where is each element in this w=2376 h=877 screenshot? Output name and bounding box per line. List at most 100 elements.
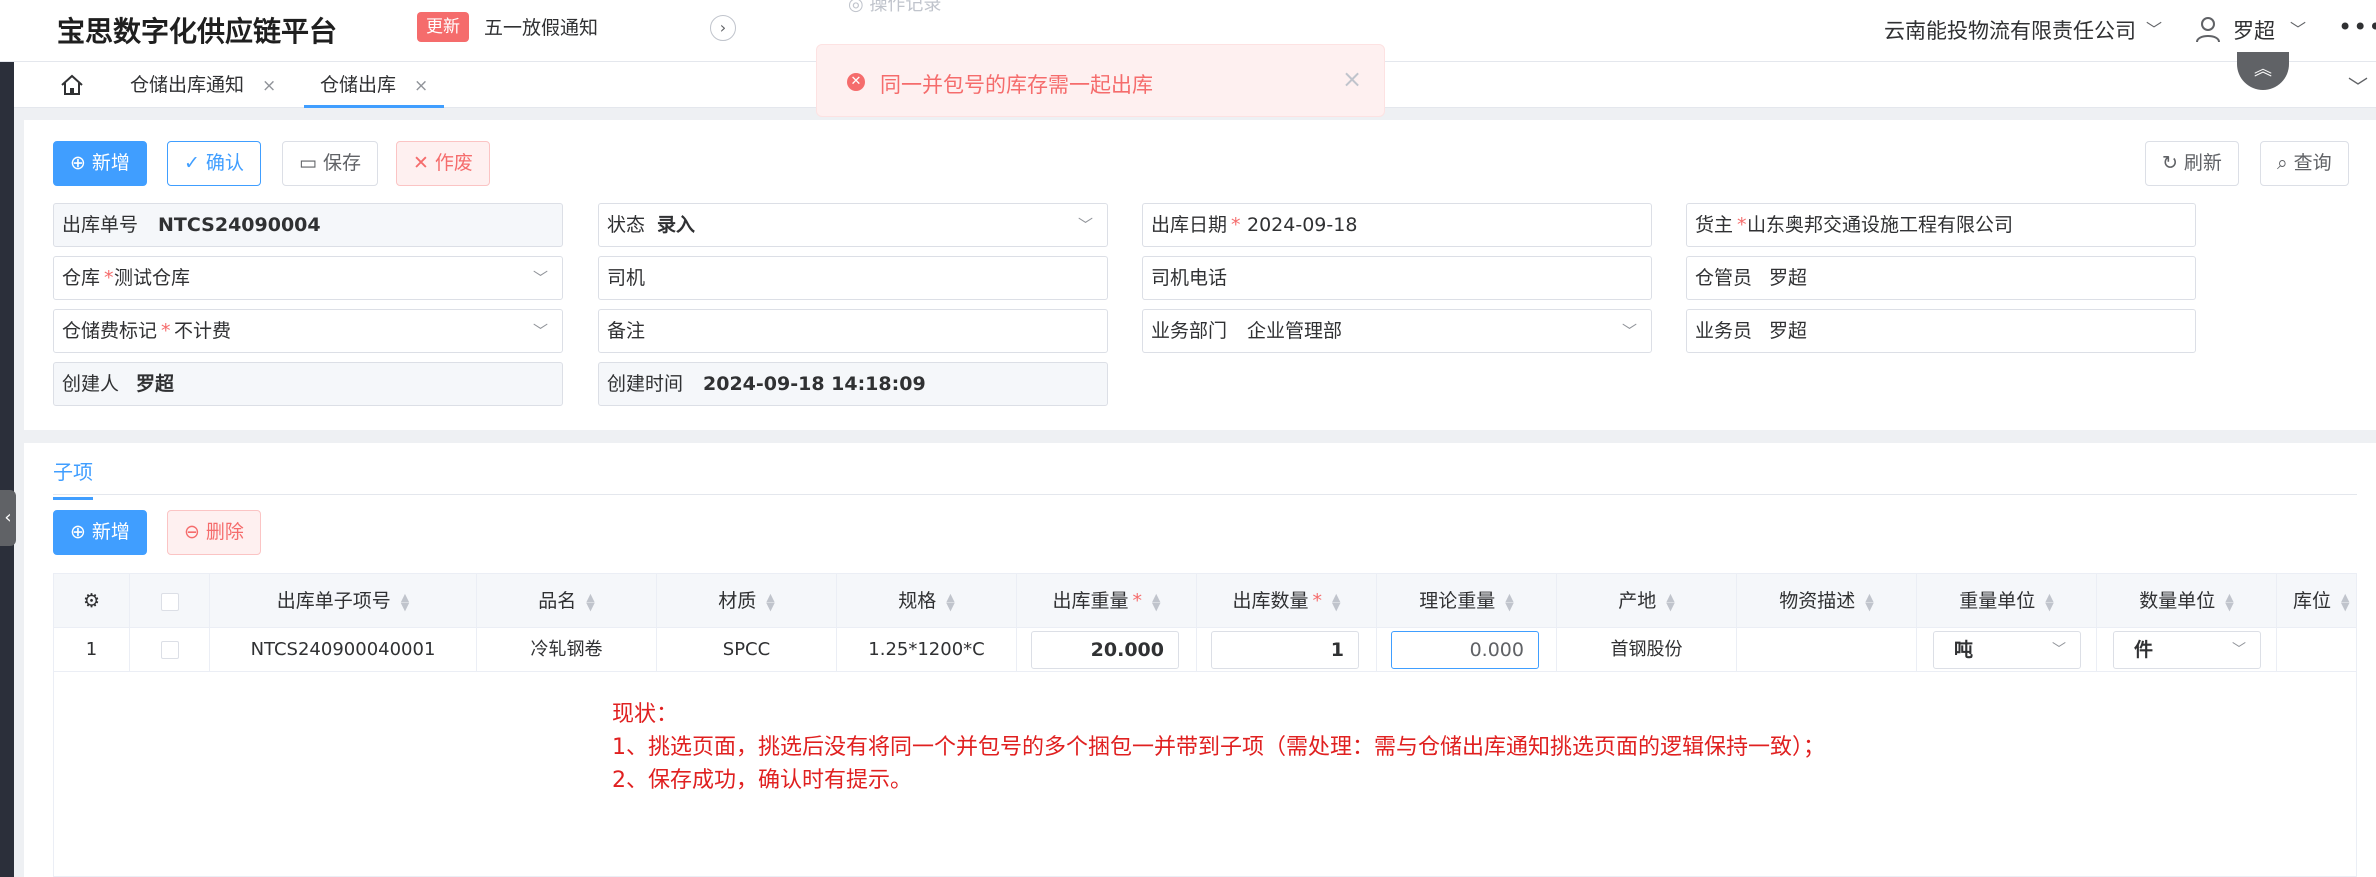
table-row[interactable]: 1 NTCS240900040001 冷轧钢卷 SPCC 1.25*1200*C… bbox=[54, 628, 2356, 672]
annotation-note: 现状： 1、挑选页面，挑选后没有将同一个并包号的多个捆包一并带到子项（需处理：需… bbox=[612, 702, 1826, 793]
tab-outbound[interactable]: 仓储出库 × bbox=[304, 62, 445, 108]
check-icon: ✓ bbox=[184, 152, 200, 174]
row-index: 1 bbox=[54, 628, 130, 671]
close-icon: ✕ bbox=[413, 152, 429, 174]
ghost-text: ◎ 操作记录 bbox=[848, 0, 942, 15]
fee-flag-select[interactable]: 仓储费标记 * 不计费 ﹀ bbox=[53, 309, 563, 353]
warehouse-select[interactable]: 仓库 * 测试仓库 ﹀ bbox=[53, 256, 563, 300]
toast-message: 同一并包号的库存需一起出库 bbox=[880, 73, 1153, 97]
refresh-icon: ↻ bbox=[2162, 152, 2178, 174]
user-name[interactable]: 罗超 bbox=[2233, 15, 2275, 45]
driver-field[interactable]: 司机 bbox=[598, 256, 1108, 300]
home-icon[interactable] bbox=[60, 74, 84, 96]
department-select[interactable]: 业务部门 企业管理部 ﹀ bbox=[1142, 309, 1652, 353]
company-selector[interactable]: 云南能投物流有限责任公司 bbox=[1884, 15, 2136, 45]
out-weight-cell: 20.000 bbox=[1017, 628, 1197, 671]
creator-field: 创建人 罗超 bbox=[53, 362, 563, 406]
product-cell: 冷轧钢卷 bbox=[477, 628, 657, 671]
select-all-checkbox[interactable] bbox=[130, 574, 210, 627]
chevron-right-icon[interactable]: › bbox=[710, 15, 736, 41]
chevron-down-icon: ﹀ bbox=[532, 269, 548, 287]
column-header[interactable]: 物资描述 ▲ ▼ bbox=[1737, 574, 1917, 627]
add-row-button[interactable]: ⊕ 新增 bbox=[53, 510, 147, 555]
tab-outbound-notice[interactable]: 仓储出库通知 × bbox=[130, 62, 276, 108]
column-header[interactable]: 品名 ▲ ▼ bbox=[477, 574, 657, 627]
created-at-field: 创建时间 2024-09-18 14:18:09 bbox=[598, 362, 1108, 406]
more-icon[interactable]: ••• bbox=[2338, 13, 2376, 41]
chevron-down-icon: ﹀ bbox=[532, 322, 548, 340]
status-select[interactable]: 状态 录入 ﹀ bbox=[598, 203, 1108, 247]
column-header[interactable]: 产地 ▲ ▼ bbox=[1557, 574, 1737, 627]
chevron-down-icon: ﹀ bbox=[1077, 216, 1093, 234]
out-qty-cell: 1 bbox=[1197, 628, 1377, 671]
item-no-cell: NTCS240900040001 bbox=[210, 628, 477, 671]
column-header[interactable]: 库位 ▲ ▼ bbox=[2277, 574, 2358, 627]
row-checkbox[interactable] bbox=[130, 628, 210, 671]
chevron-down-icon[interactable]: ﹀ bbox=[2290, 16, 2306, 40]
chevron-down-icon: ﹀ bbox=[2232, 642, 2246, 658]
error-toast: ✕ 同一并包号的库存需一起出库 × bbox=[816, 44, 1385, 117]
tab-label: 仓储出库 bbox=[320, 74, 397, 96]
out-date-field[interactable]: 出库日期 * 2024-09-18 bbox=[1142, 203, 1652, 247]
remark-field[interactable]: 备注 bbox=[598, 309, 1108, 353]
tab-label: 仓储出库通知 bbox=[130, 74, 245, 96]
out-qty-input[interactable]: 1 bbox=[1211, 631, 1359, 669]
qty-unit-cell: 件 ﹀ bbox=[2097, 628, 2277, 671]
origin-cell: 首钢股份 bbox=[1557, 628, 1737, 671]
refresh-button[interactable]: ↻ 刷新 bbox=[2145, 141, 2239, 186]
folder-icon: ▭ bbox=[299, 152, 317, 174]
chevron-down-icon: ﹀ bbox=[1621, 322, 1637, 340]
delete-row-button[interactable]: ⊖ 删除 bbox=[167, 510, 261, 555]
notice-link[interactable]: 五一放假通知 bbox=[484, 13, 598, 40]
column-header[interactable]: 材质 ▲ ▼ bbox=[657, 574, 837, 627]
collapse-header-icon[interactable]: ︽ bbox=[2237, 52, 2289, 90]
sidebar-toggle-icon[interactable]: ‹ bbox=[0, 490, 16, 546]
void-button[interactable]: ✕ 作废 bbox=[396, 141, 490, 186]
column-header[interactable]: 理论重量 ▲ ▼ bbox=[1377, 574, 1557, 627]
column-header[interactable]: 出库重量 * ▲ ▼ bbox=[1017, 574, 1197, 627]
salesman-field[interactable]: 业务员 罗超 bbox=[1686, 309, 2196, 353]
confirm-button[interactable]: ✓ 确认 bbox=[167, 141, 261, 186]
qty-unit-select[interactable]: 件 ﹀ bbox=[2113, 631, 2261, 669]
chevron-down-icon: ﹀ bbox=[2052, 642, 2066, 658]
description-cell bbox=[1737, 628, 1917, 671]
close-icon[interactable]: × bbox=[1342, 65, 1362, 93]
chevron-down-icon[interactable]: ﹀ bbox=[2146, 16, 2162, 40]
update-badge[interactable]: 更新 bbox=[417, 12, 469, 42]
error-circle-icon: ✕ bbox=[847, 73, 865, 91]
plus-circle-icon: ⊕ bbox=[70, 152, 86, 174]
weight-unit-cell: 吨 ﹀ bbox=[1917, 628, 2097, 671]
out-no-field: 出库单号 NTCS24090004 bbox=[53, 203, 563, 247]
query-button[interactable]: ⌕ 查询 bbox=[2260, 141, 2349, 186]
save-button[interactable]: ▭ 保存 bbox=[282, 141, 378, 186]
out-weight-input[interactable]: 20.000 bbox=[1031, 631, 1179, 669]
section-divider bbox=[53, 494, 2357, 495]
minus-circle-icon: ⊖ bbox=[184, 521, 200, 543]
brand-title: 宝思数字化供应链平台 bbox=[57, 15, 338, 48]
column-header[interactable]: 出库单子项号 ▲ ▼ bbox=[210, 574, 477, 627]
close-icon[interactable]: × bbox=[262, 76, 276, 96]
column-header[interactable]: 重量单位 ▲ ▼ bbox=[1917, 574, 2097, 627]
search-icon: ⌕ bbox=[2277, 152, 2288, 174]
column-header[interactable]: 数量单位 ▲ ▼ bbox=[2097, 574, 2277, 627]
theory-weight-cell: 0.000 bbox=[1377, 628, 1557, 671]
sidebar-collapsed bbox=[0, 62, 14, 877]
spec-cell: 1.25*1200*C bbox=[837, 628, 1017, 671]
plus-circle-icon: ⊕ bbox=[70, 521, 86, 543]
header-form-panel: ⊕ 新增 ✓ 确认 ▭ 保存 ✕ 作废 ↻ 刷新 ⌕ 查询 出库单号 NTCS2409000… bbox=[24, 120, 2376, 430]
column-header[interactable]: 出库数量 * ▲ ▼ bbox=[1197, 574, 1377, 627]
add-button[interactable]: ⊕ 新增 bbox=[53, 141, 147, 186]
weight-unit-select[interactable]: 吨 ﹀ bbox=[1933, 631, 2081, 669]
location-cell bbox=[2277, 628, 2358, 671]
user-icon[interactable] bbox=[2195, 15, 2221, 43]
chevron-down-icon[interactable]: ﹀ bbox=[2348, 71, 2368, 100]
driver-phone-field[interactable]: 司机电话 bbox=[1142, 256, 1652, 300]
table-header: ⚙ 出库单子项号 ▲ ▼ 品名 ▲ ▼ 材质 ▲ ▼ 规格 ▲ ▼ 出库重量 * ▲ ▼ 出库数量 * ▲… bbox=[54, 574, 2356, 628]
material-cell: SPCC bbox=[657, 628, 837, 671]
keeper-field[interactable]: 仓管员 罗超 bbox=[1686, 256, 2196, 300]
column-settings-icon[interactable]: ⚙ bbox=[54, 574, 130, 627]
owner-field[interactable]: 货主 * 山东奥邦交通设施工程有限公司 bbox=[1686, 203, 2196, 247]
close-icon[interactable]: × bbox=[414, 76, 428, 96]
theory-weight-input[interactable]: 0.000 bbox=[1391, 631, 1539, 669]
column-header[interactable]: 规格 ▲ ▼ bbox=[837, 574, 1017, 627]
